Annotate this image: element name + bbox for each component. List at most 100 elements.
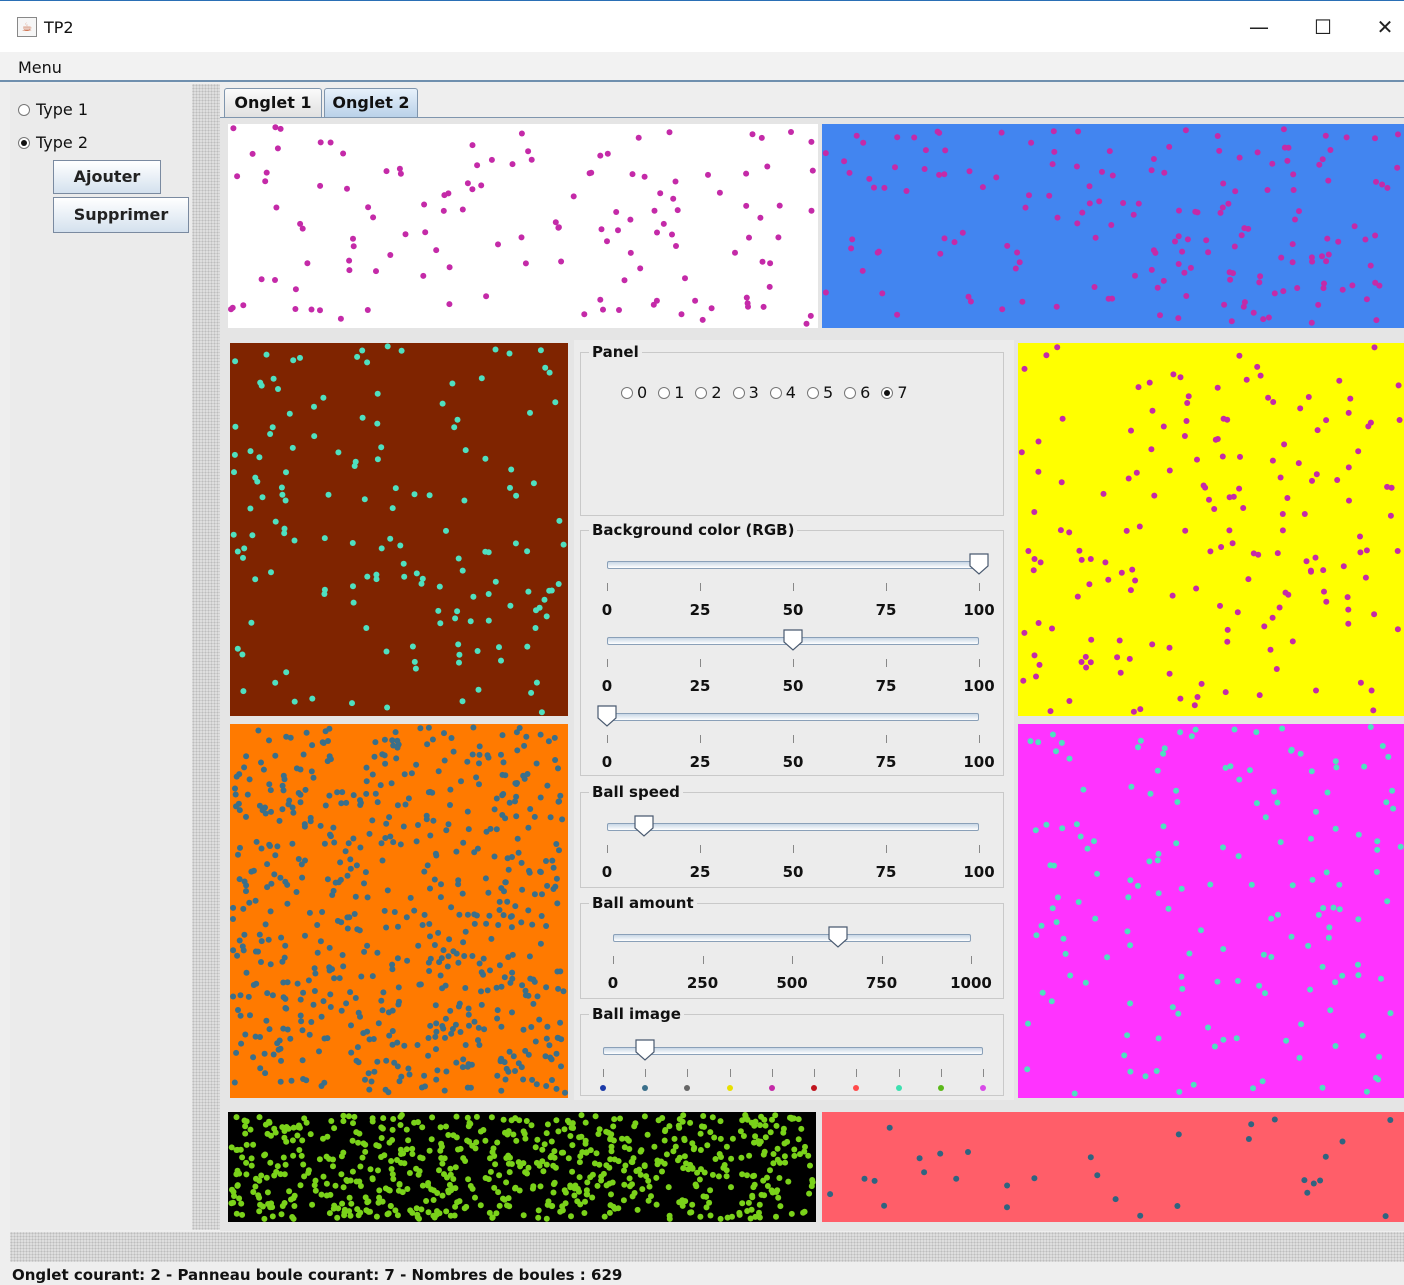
ball	[1177, 729, 1184, 736]
slider-thumb[interactable]	[635, 1039, 655, 1061]
minimize-button[interactable]: —	[1236, 11, 1282, 43]
ball	[357, 1163, 364, 1170]
radio-circle[interactable]	[621, 386, 633, 399]
menu-item-menu[interactable]: Menu	[18, 58, 62, 77]
ball-panel-4[interactable]	[1018, 343, 1404, 716]
ball	[534, 1136, 541, 1143]
radio-circle[interactable]	[658, 386, 671, 399]
slider-thumb-shape[interactable]	[635, 1039, 655, 1061]
ball	[431, 942, 438, 948]
ball	[327, 991, 334, 998]
ball	[521, 742, 528, 749]
radio-circle[interactable]	[881, 386, 894, 399]
ball	[349, 540, 356, 546]
maximize-button[interactable]: ☐	[1300, 11, 1346, 43]
slider-thumb[interactable]	[634, 815, 654, 837]
tab-onglet-2[interactable]: Onglet 2	[324, 88, 418, 118]
radio-circle[interactable]	[732, 386, 745, 399]
panel-radio-6[interactable]: 6	[844, 383, 870, 402]
ball	[1127, 877, 1134, 884]
ball	[1160, 823, 1167, 830]
tab-onglet-1[interactable]: Onglet 1	[224, 88, 322, 118]
group-title: Background color (RGB)	[589, 521, 798, 539]
ball-panel-1[interactable]	[822, 124, 1404, 328]
ball	[1096, 198, 1103, 205]
ball	[1233, 1035, 1240, 1042]
vertical-split-divider[interactable]	[192, 84, 220, 1230]
radio-circle[interactable]	[844, 386, 857, 399]
slider-track[interactable]	[607, 713, 979, 721]
ball	[567, 1182, 574, 1189]
panel-radio-0[interactable]: 0	[621, 383, 647, 402]
ball	[519, 886, 526, 893]
ball	[250, 1141, 257, 1148]
panel-radio-5[interactable]: 5	[806, 383, 833, 402]
ball-panel-0[interactable]	[228, 124, 818, 328]
panel-radio-4[interactable]: 4	[769, 383, 796, 402]
ball	[306, 1031, 313, 1038]
slider-track[interactable]	[607, 561, 979, 569]
ball	[437, 1124, 444, 1131]
ball-panel-3[interactable]	[230, 724, 568, 1098]
ball-panel-7[interactable]	[822, 1112, 1404, 1222]
ball-panel-5[interactable]	[1018, 724, 1404, 1098]
radio-circle[interactable]	[806, 386, 819, 399]
radio-circle[interactable]	[769, 386, 782, 399]
slider-thumb[interactable]	[969, 553, 989, 575]
ball	[411, 907, 418, 914]
radio-circle[interactable]	[695, 386, 708, 399]
ball	[249, 532, 256, 539]
ball	[762, 1122, 769, 1129]
ball	[235, 800, 242, 807]
slider-thumb-shape[interactable]	[597, 705, 617, 727]
slider-track[interactable]	[603, 1047, 983, 1055]
ball-image-options	[600, 1069, 986, 1109]
slider-thumb[interactable]	[783, 629, 803, 651]
ball	[374, 420, 381, 427]
horizontal-split-divider[interactable]	[10, 1232, 1404, 1262]
radio-type-2[interactable]: Type 2	[18, 133, 88, 152]
ball	[894, 134, 901, 141]
panel-radio-1[interactable]: 1	[658, 383, 684, 402]
panel-radio-7[interactable]: 7	[881, 383, 908, 402]
close-button[interactable]: ✕	[1362, 11, 1404, 43]
ball	[378, 1135, 385, 1141]
slider-thumb-shape[interactable]	[783, 629, 803, 651]
ball	[497, 1058, 504, 1065]
ball	[271, 1172, 278, 1179]
slider-thumb-shape[interactable]	[634, 815, 654, 837]
slider-thumb-shape[interactable]	[969, 553, 989, 575]
ball	[311, 403, 317, 410]
panel-radio-2[interactable]: 2	[695, 383, 722, 402]
radio-circle[interactable]	[18, 103, 30, 116]
slider-track[interactable]	[607, 823, 979, 831]
ball	[1283, 1037, 1290, 1044]
slider-thumb-shape[interactable]	[828, 926, 848, 948]
ball-panel-6[interactable]	[228, 1112, 816, 1222]
slider-thumb[interactable]	[597, 705, 617, 727]
add-button[interactable]: Ajouter	[53, 160, 161, 194]
ball	[546, 369, 553, 376]
ball	[1260, 951, 1267, 958]
ball	[440, 947, 447, 954]
panel-radio-3[interactable]: 3	[732, 383, 759, 402]
ball	[1075, 899, 1082, 905]
ball	[338, 1171, 345, 1178]
radio-circle[interactable]	[18, 136, 30, 149]
ball	[1231, 726, 1238, 733]
ball	[331, 1125, 338, 1132]
slider-track[interactable]	[613, 934, 971, 942]
ball	[338, 800, 345, 807]
ball	[383, 924, 390, 931]
remove-button[interactable]: Supprimer	[53, 197, 189, 233]
ball	[1385, 753, 1392, 760]
ball	[252, 474, 259, 481]
ball	[758, 1113, 765, 1120]
ball-panel-2[interactable]	[230, 343, 568, 716]
radio-type-1[interactable]: Type 1	[18, 100, 88, 119]
ball	[280, 979, 287, 986]
slider-thumb[interactable]	[828, 926, 848, 948]
ball	[435, 929, 442, 936]
ball	[1134, 882, 1141, 889]
ball	[1012, 265, 1019, 272]
